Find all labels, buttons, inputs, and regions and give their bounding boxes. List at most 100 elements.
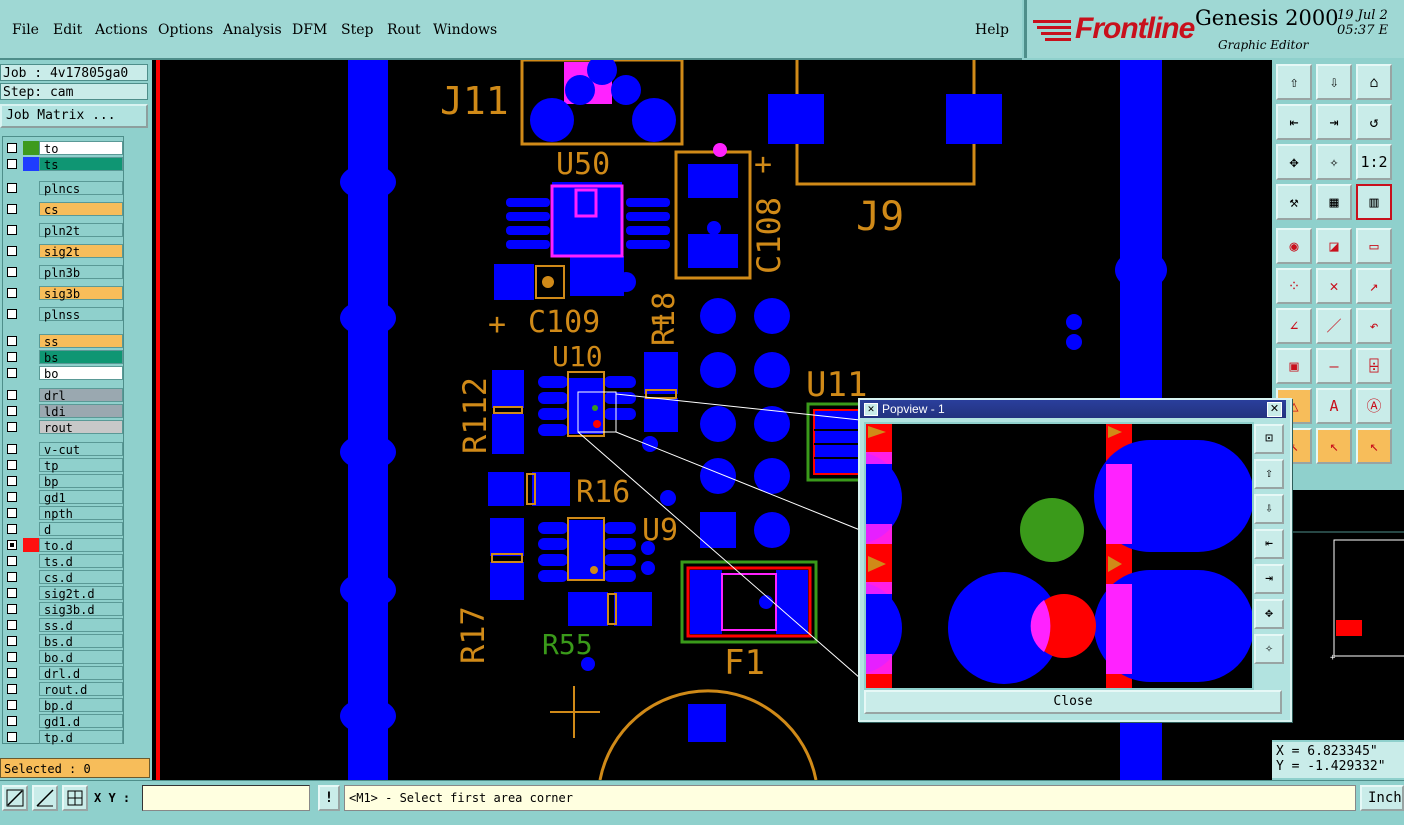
- text-a-icon[interactable]: A: [1316, 388, 1352, 424]
- layer-row-v-cut[interactable]: v-cut: [5, 442, 123, 457]
- pad-icon[interactable]: ▣: [1276, 348, 1312, 384]
- layer-color-swatch[interactable]: [23, 307, 39, 321]
- connect-icon[interactable]: ⁘: [1276, 268, 1312, 304]
- layer-row-sig2t[interactable]: sig2t: [5, 244, 123, 259]
- units-button[interactable]: Inch: [1360, 785, 1404, 811]
- layer-name[interactable]: v-cut: [39, 442, 123, 457]
- layer-row-bo-d[interactable]: bo.d: [5, 650, 123, 665]
- layer-color-swatch[interactable]: [23, 650, 39, 664]
- layer-color-swatch[interactable]: [23, 730, 39, 744]
- layer-checkbox[interactable]: [7, 572, 17, 582]
- pan-right-icon[interactable]: ⇥: [1316, 104, 1352, 140]
- layer-color-swatch[interactable]: [23, 570, 39, 584]
- ruler-icon[interactable]: ▭: [1356, 228, 1392, 264]
- zoom-home-icon[interactable]: ⇧: [1276, 64, 1312, 100]
- layer-checkbox[interactable]: [7, 390, 17, 400]
- redraw-icon[interactable]: ↺: [1356, 104, 1392, 140]
- layer-row-sig3b-d[interactable]: sig3b.d: [5, 602, 123, 617]
- layer-row-drl[interactable]: drl: [5, 388, 123, 403]
- layer-color-swatch[interactable]: [23, 698, 39, 712]
- cut-icon[interactable]: ◪: [1316, 228, 1352, 264]
- layer-color-swatch[interactable]: [23, 586, 39, 600]
- layer-checkbox[interactable]: [7, 604, 17, 614]
- layer-row-sig3b[interactable]: sig3b: [5, 286, 123, 301]
- layer-row-ss[interactable]: ss: [5, 334, 123, 349]
- layer-checkbox[interactable]: [7, 652, 17, 662]
- layer-checkbox[interactable]: [7, 716, 17, 726]
- layer-row-tp-d[interactable]: tp.d: [5, 730, 123, 745]
- layer-checkbox[interactable]: [7, 588, 17, 598]
- layer-row-ts[interactable]: ts: [5, 157, 123, 172]
- layer-name[interactable]: ts: [39, 157, 123, 172]
- layer-checkbox[interactable]: [7, 288, 17, 298]
- select-icon[interactable]: ◉: [1276, 228, 1312, 264]
- layer-color-swatch[interactable]: [23, 538, 39, 552]
- measure-tool-icon[interactable]: [32, 785, 58, 811]
- layer-row-ts-d[interactable]: ts.d: [5, 554, 123, 569]
- layer-name[interactable]: sig3b: [39, 286, 123, 301]
- layer-checkbox[interactable]: [7, 460, 17, 470]
- layer-row-cs-d[interactable]: cs.d: [5, 570, 123, 585]
- grid-snap-icon[interactable]: [62, 785, 88, 811]
- layer-row-ss-d[interactable]: ss.d: [5, 618, 123, 633]
- layer-name[interactable]: rout.d: [39, 682, 123, 697]
- window-menu-icon[interactable]: ✕: [864, 403, 878, 416]
- layer-checkbox[interactable]: [7, 246, 17, 256]
- layer-row-d[interactable]: d: [5, 522, 123, 537]
- layer-row-pln2t[interactable]: pln2t: [5, 223, 123, 238]
- layer-checkbox[interactable]: [7, 159, 17, 169]
- layer-row-bp[interactable]: bp: [5, 474, 123, 489]
- job-matrix-button[interactable]: Job Matrix ...: [0, 104, 148, 128]
- layer-checkbox[interactable]: [7, 732, 17, 742]
- layer-name[interactable]: sig2t.d: [39, 586, 123, 601]
- layer-checkbox[interactable]: [7, 336, 17, 346]
- slash-icon[interactable]: ／: [1316, 308, 1352, 344]
- layer-color-swatch[interactable]: [23, 634, 39, 648]
- grid-icon[interactable]: ▦: [1316, 184, 1352, 220]
- layer-name[interactable]: sig2t: [39, 244, 123, 259]
- layer-checkbox[interactable]: [7, 352, 17, 362]
- layer-checkbox[interactable]: [7, 368, 17, 378]
- layer-checkbox[interactable]: [7, 143, 17, 153]
- layer-row-ldi[interactable]: ldi: [5, 404, 123, 419]
- layer-row-plnss[interactable]: plnss: [5, 307, 123, 322]
- layer-checkbox[interactable]: [7, 422, 17, 432]
- layer-name[interactable]: plncs: [39, 181, 123, 196]
- layer-row-bs[interactable]: bs: [5, 350, 123, 365]
- layer-color-swatch[interactable]: [23, 286, 39, 300]
- layer-color-swatch[interactable]: [23, 181, 39, 195]
- layer-color-swatch[interactable]: [23, 334, 39, 348]
- layer-row-rout-d[interactable]: rout.d: [5, 682, 123, 697]
- layer-color-swatch[interactable]: [23, 350, 39, 364]
- text-a2-icon[interactable]: Ⓐ: [1356, 388, 1392, 424]
- layer-color-swatch[interactable]: [23, 442, 39, 456]
- layer-color-swatch[interactable]: [23, 618, 39, 632]
- popview-close-button[interactable]: Close: [864, 690, 1282, 714]
- pv-pan-down-icon[interactable]: ⇩: [1254, 494, 1284, 524]
- layer-name[interactable]: ss.d: [39, 618, 123, 633]
- layer-color-swatch[interactable]: [23, 388, 39, 402]
- move-icon[interactable]: ↗: [1356, 268, 1392, 304]
- layer-name[interactable]: rout: [39, 420, 123, 435]
- layer-name[interactable]: ss: [39, 334, 123, 349]
- home-icon[interactable]: ⌂: [1356, 64, 1392, 100]
- zoom-prev-icon[interactable]: ⇩: [1316, 64, 1352, 100]
- layer-checkbox[interactable]: [7, 620, 17, 630]
- layer-color-swatch[interactable]: [23, 141, 39, 155]
- menu-dfm[interactable]: DFM: [292, 22, 327, 38]
- arc-icon[interactable]: ↶: [1356, 308, 1392, 344]
- layer-row-bs-d[interactable]: bs.d: [5, 634, 123, 649]
- measure-icon[interactable]: ⚒: [1276, 184, 1312, 220]
- layer-color-swatch[interactable]: [23, 202, 39, 216]
- layer-name[interactable]: gd1.d: [39, 714, 123, 729]
- layer-name[interactable]: tp: [39, 458, 123, 473]
- layer-name[interactable]: gd1: [39, 490, 123, 505]
- layer-color-swatch[interactable]: [23, 714, 39, 728]
- menu-edit[interactable]: Edit: [53, 22, 82, 38]
- layer-row-to-d[interactable]: to.d: [5, 538, 123, 553]
- layer-color-swatch[interactable]: [23, 366, 39, 380]
- layer-name[interactable]: d: [39, 522, 123, 537]
- delete-icon[interactable]: ✕: [1316, 268, 1352, 304]
- menu-step[interactable]: Step: [341, 22, 373, 38]
- layer-checkbox[interactable]: [7, 684, 17, 694]
